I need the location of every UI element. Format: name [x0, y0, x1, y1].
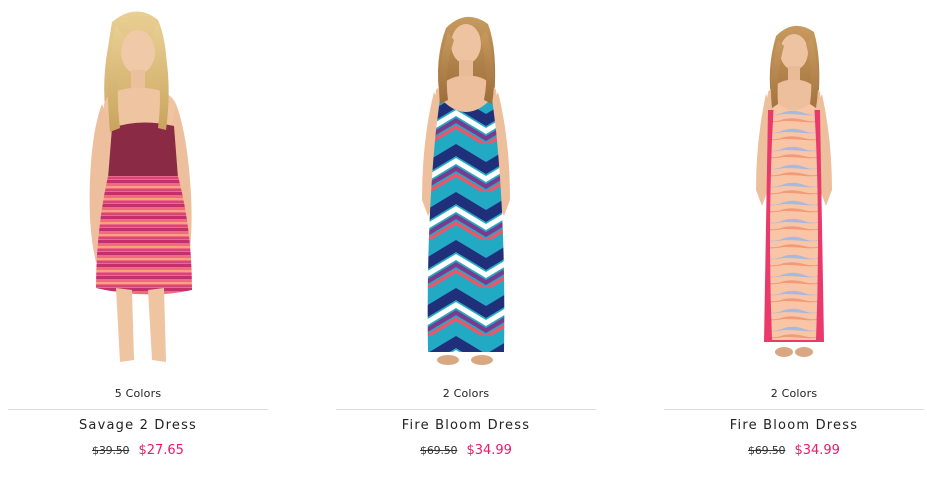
product-name[interactable]: Savage 2 Dress — [8, 418, 268, 433]
product-image[interactable] — [8, 0, 268, 378]
sale-price: $34.99 — [466, 443, 512, 458]
product-card[interactable]: 2 Colors Fire Bloom Dress $69.50 $34.99 — [336, 0, 596, 502]
price-block: $69.50 $34.99 — [664, 439, 924, 458]
divider — [336, 409, 596, 410]
product-card[interactable]: 5 Colors Savage 2 Dress $39.50 $27.65 — [8, 0, 268, 502]
original-price: $69.50 — [748, 444, 786, 457]
product-grid: 5 Colors Savage 2 Dress $39.50 $27.65 2 … — [0, 0, 927, 502]
original-price: $69.50 — [420, 444, 458, 457]
color-count: 5 Colors — [114, 387, 162, 400]
sale-price: $27.65 — [138, 443, 184, 458]
product-name[interactable]: Fire Bloom Dress — [336, 418, 596, 433]
original-price: $39.50 — [92, 444, 130, 457]
product-card[interactable]: 2 Colors Fire Bloom Dress $69.50 $34.99 — [664, 0, 924, 502]
price-block: $69.50 $34.99 — [336, 439, 596, 458]
color-count: 2 Colors — [770, 387, 818, 400]
product-image[interactable] — [336, 0, 596, 378]
divider — [8, 409, 268, 410]
product-name[interactable]: Fire Bloom Dress — [664, 418, 924, 433]
divider — [664, 409, 924, 410]
color-count: 2 Colors — [442, 387, 490, 400]
price-block: $39.50 $27.65 — [8, 439, 268, 458]
product-image[interactable] — [664, 0, 924, 378]
sale-price: $34.99 — [794, 443, 840, 458]
